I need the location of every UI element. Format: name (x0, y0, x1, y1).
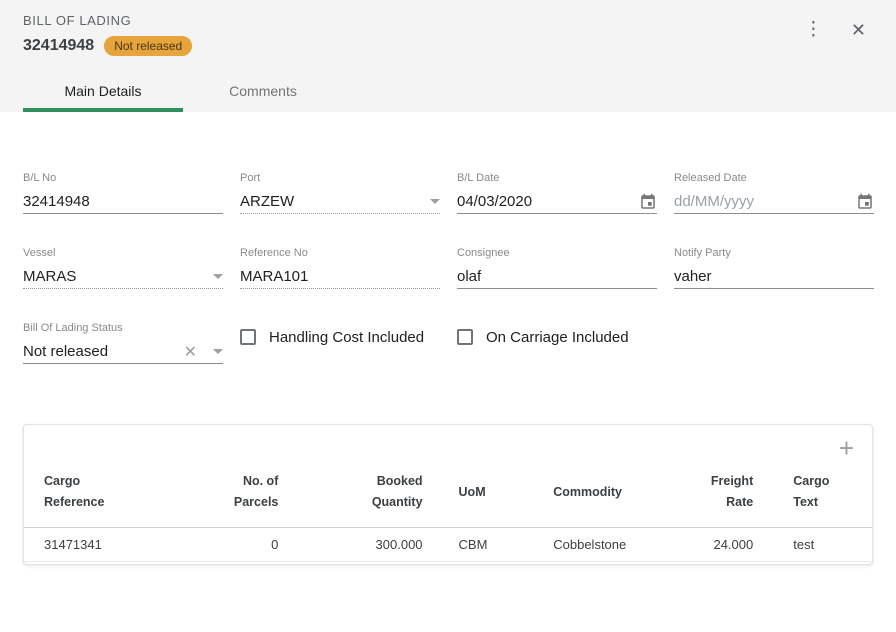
bill-of-lading-dialog: BILL OF LADING 32414948 Not released ⋮ ✕… (0, 0, 896, 632)
bl-status-select[interactable]: Not released ✕ (23, 340, 223, 364)
reference-no-value: MARA101 (240, 268, 440, 285)
cell-cargo-text: test (753, 528, 872, 562)
main-details-panel: B/L No 32414948 Port ARZEW B/L Date 04/0… (0, 172, 896, 364)
bl-date-value: 04/03/2020 (457, 193, 633, 210)
dialog-header: BILL OF LADING 32414948 Not released ⋮ ✕… (0, 0, 896, 112)
plus-icon[interactable]: + (839, 437, 854, 459)
bl-date-input[interactable]: 04/03/2020 (457, 190, 657, 214)
dialog-subtitle-row: 32414948 Not released (23, 36, 896, 56)
released-date-placeholder: dd/MM/yyyy (674, 193, 850, 210)
field-vessel: Vessel MARAS (23, 247, 223, 289)
tab-bar: Main Details Comments (23, 70, 896, 112)
cell-commodity: Cobbelstone (541, 528, 668, 562)
tab-main-details-label: Main Details (64, 83, 141, 99)
field-bl-status-label: Bill Of Lading Status (23, 322, 223, 335)
cargo-card: + Cargo Reference No. of Parcels Booked … (23, 424, 873, 565)
field-released-date: Released Date dd/MM/yyyy (674, 172, 874, 214)
field-bl-date: B/L Date 04/03/2020 (457, 172, 657, 214)
notify-party-input[interactable]: vaher (674, 265, 874, 289)
bl-no-value: 32414948 (23, 193, 223, 210)
field-vessel-label: Vessel (23, 247, 223, 260)
consignee-input[interactable]: olaf (457, 265, 657, 289)
field-released-date-label: Released Date (674, 172, 874, 185)
consignee-value: olaf (457, 268, 657, 285)
field-bl-no: B/L No 32414948 (23, 172, 223, 214)
field-bl-no-label: B/L No (23, 172, 223, 185)
field-reference-no-label: Reference No (240, 247, 440, 260)
vessel-value: MARAS (23, 268, 207, 285)
col-header-freight-rate: Freight Rate (668, 459, 753, 528)
field-bl-date-label: B/L Date (457, 172, 657, 185)
chevron-down-icon[interactable] (430, 199, 440, 204)
calendar-icon[interactable] (639, 193, 657, 211)
field-notify-party-label: Notify Party (674, 247, 874, 260)
released-date-input[interactable]: dd/MM/yyyy (674, 190, 874, 214)
on-carriage-checkbox[interactable] (457, 329, 473, 345)
status-badge: Not released (104, 36, 192, 56)
on-carriage-label: On Carriage Included (486, 329, 629, 346)
calendar-icon[interactable] (856, 193, 874, 211)
form-grid: B/L No 32414948 Port ARZEW B/L Date 04/0… (23, 172, 873, 364)
cargo-card-toolbar: + (24, 425, 872, 459)
field-notify-party: Notify Party vaher (674, 247, 874, 289)
field-port-label: Port (240, 172, 440, 185)
field-bl-status: Bill Of Lading Status Not released ✕ (23, 322, 223, 364)
clear-x-icon[interactable]: ✕ (184, 342, 197, 362)
chevron-down-icon[interactable] (213, 274, 223, 279)
field-consignee: Consignee olaf (457, 247, 657, 289)
handling-cost-checkbox[interactable] (240, 329, 256, 345)
close-icon[interactable]: ✕ (851, 20, 866, 40)
tab-comments-label: Comments (229, 83, 297, 99)
cargo-table: Cargo Reference No. of Parcels Booked Qu… (24, 459, 872, 562)
kebab-menu-icon[interactable]: ⋮ (800, 20, 827, 40)
field-reference-no: Reference No MARA101 (240, 247, 440, 289)
handling-cost-label: Handling Cost Included (269, 329, 424, 346)
cell-freight-rate: 24.000 (668, 528, 753, 562)
field-port: Port ARZEW (240, 172, 440, 214)
col-header-booked-quantity: Booked Quantity (278, 459, 422, 528)
field-consignee-label: Consignee (457, 247, 657, 260)
on-carriage-checkbox-row: On Carriage Included (457, 326, 657, 348)
chevron-down-icon[interactable] (213, 349, 223, 354)
tab-main-details[interactable]: Main Details (23, 70, 183, 112)
dialog-title: BILL OF LADING (23, 13, 896, 28)
col-header-no-of-parcels: No. of Parcels (211, 459, 279, 528)
cell-cargo-reference: 31471341 (24, 528, 211, 562)
form-grid-spacer (674, 322, 874, 364)
cell-booked-quantity: 300.000 (278, 528, 422, 562)
notify-party-value: vaher (674, 268, 874, 285)
bl-number: 32414948 (23, 37, 94, 55)
col-header-commodity: Commodity (541, 459, 668, 528)
reference-no-input[interactable]: MARA101 (240, 265, 440, 289)
port-value: ARZEW (240, 193, 424, 210)
cargo-table-header-row: Cargo Reference No. of Parcels Booked Qu… (24, 459, 872, 528)
tab-comments[interactable]: Comments (183, 70, 343, 112)
cargo-table-row[interactable]: 31471341 0 300.000 CBM Cobbelstone 24.00… (24, 528, 872, 562)
handling-cost-checkbox-row: Handling Cost Included (240, 326, 440, 348)
bl-status-value: Not released (23, 343, 184, 360)
col-header-cargo-reference: Cargo Reference (24, 459, 211, 528)
cell-uom: CBM (423, 528, 542, 562)
header-actions: ⋮ ✕ (800, 20, 866, 40)
col-header-cargo-text: Cargo Text (753, 459, 872, 528)
cell-no-of-parcels: 0 (211, 528, 279, 562)
bl-no-input[interactable]: 32414948 (23, 190, 223, 214)
vessel-select[interactable]: MARAS (23, 265, 223, 289)
port-select[interactable]: ARZEW (240, 190, 440, 214)
col-header-uom: UoM (423, 459, 542, 528)
